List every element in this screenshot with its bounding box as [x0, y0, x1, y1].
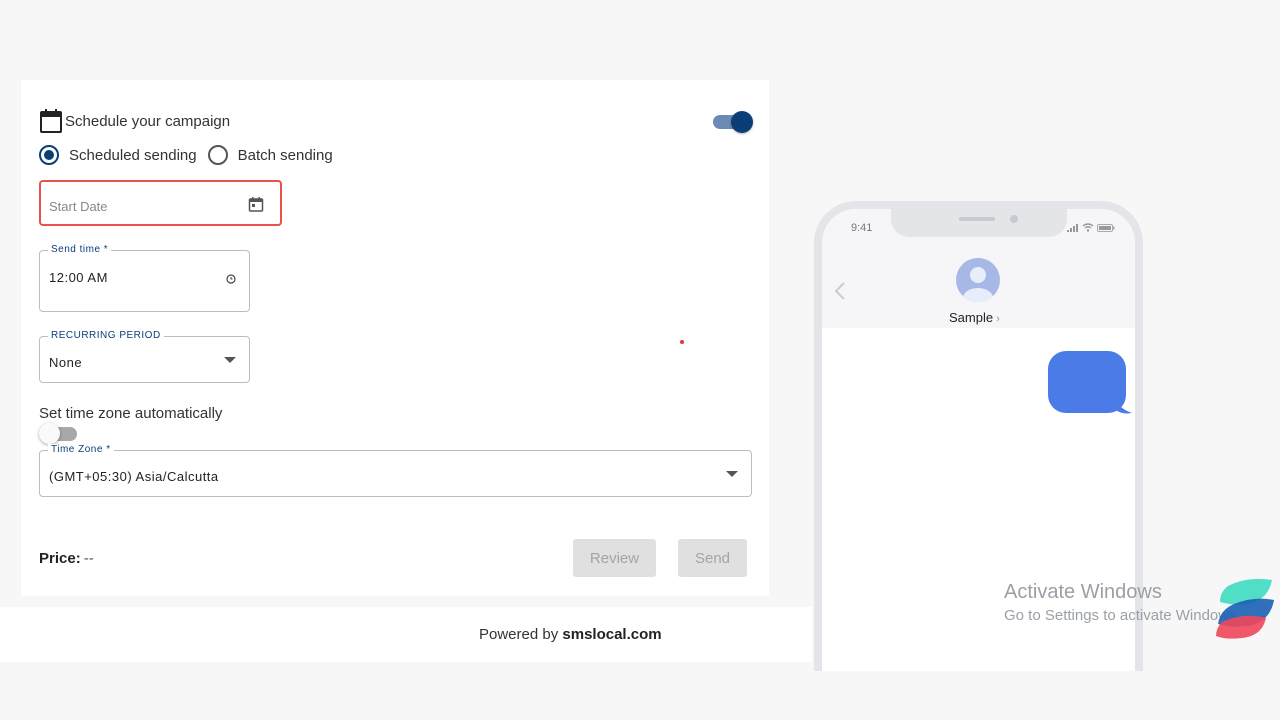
batch-sending-label[interactable]: Batch sending — [238, 147, 333, 164]
powered-by: Powered by smslocal.com — [479, 626, 662, 643]
person-icon — [963, 267, 993, 302]
recurring-period-label: RECURRING PERIOD — [48, 330, 164, 341]
footer — [0, 607, 812, 662]
chevron-right-icon: › — [996, 313, 1000, 325]
phone-clock: 9:41 — [851, 222, 873, 234]
timezone-auto-toggle[interactable] — [39, 423, 79, 444]
calendar-icon — [40, 109, 62, 133]
powered-by-prefix: Powered by — [479, 626, 559, 643]
sending-mode-group: Scheduled sending Batch sending — [39, 145, 344, 165]
batch-sending-radio[interactable] — [207, 145, 228, 165]
back-chevron-icon[interactable] — [834, 281, 846, 301]
phone-status-icons — [1067, 223, 1115, 232]
watermark-title: Activate Windows — [1004, 581, 1162, 603]
send-time-label: Send time * — [48, 244, 112, 255]
recurring-period-select[interactable]: RECURRING PERIOD None — [39, 330, 250, 383]
schedule-header: Schedule your campaign — [39, 108, 230, 134]
signal-icon — [1067, 224, 1078, 232]
brand-logo-icon — [1216, 578, 1274, 639]
send-time-field[interactable]: Send time * 12:00 AM — [39, 244, 250, 312]
camera-icon — [1010, 215, 1018, 223]
scheduled-sending-radio[interactable] — [39, 145, 59, 165]
price-display: Price: -- — [39, 550, 94, 567]
price-label: Price: — [39, 550, 81, 567]
bubble-tail — [1114, 399, 1132, 414]
schedule-toggle[interactable] — [713, 111, 753, 133]
contact-name-text: Sample — [949, 310, 994, 325]
start-date-field[interactable]: Start Date — [39, 180, 282, 226]
timezone-select[interactable]: Time Zone * (GMT+05:30) Asia/Calcutta — [39, 444, 752, 497]
toggle-thumb — [731, 111, 753, 133]
start-date-placeholder: Start Date — [49, 199, 108, 214]
speaker-icon — [959, 217, 995, 221]
battery-icon — [1097, 224, 1115, 232]
timezone-auto-label: Set time zone automatically — [39, 405, 223, 422]
schedule-title: Schedule your campaign — [65, 112, 231, 130]
contact-avatar — [956, 258, 1000, 302]
send-button[interactable]: Send — [678, 539, 747, 577]
price-value: -- — [83, 550, 94, 567]
wifi-icon — [1082, 223, 1094, 232]
chevron-down-icon[interactable] — [224, 357, 236, 363]
clock-icon[interactable] — [226, 274, 236, 284]
cursor-dot — [680, 340, 684, 344]
scheduled-sending-label[interactable]: Scheduled sending — [69, 147, 197, 164]
review-button[interactable]: Review — [573, 539, 656, 577]
chevron-down-icon[interactable] — [726, 471, 738, 477]
calendar-icon[interactable] — [248, 196, 264, 212]
powered-by-brand[interactable]: smslocal.com — [562, 626, 661, 643]
send-time-value[interactable]: 12:00 AM — [49, 270, 108, 285]
contact-name[interactable]: Sample › — [949, 310, 1000, 325]
timezone-label: Time Zone * — [48, 444, 114, 455]
timezone-value: (GMT+05:30) Asia/Calcutta — [49, 469, 219, 484]
toggle-thumb — [39, 423, 60, 444]
windows-activation-watermark: Activate Windows Go to Settings to activ… — [1004, 581, 1241, 624]
watermark-subtitle: Go to Settings to activate Windows. — [1004, 607, 1241, 624]
phone-notch — [891, 209, 1067, 237]
recurring-period-value: None — [49, 355, 83, 370]
